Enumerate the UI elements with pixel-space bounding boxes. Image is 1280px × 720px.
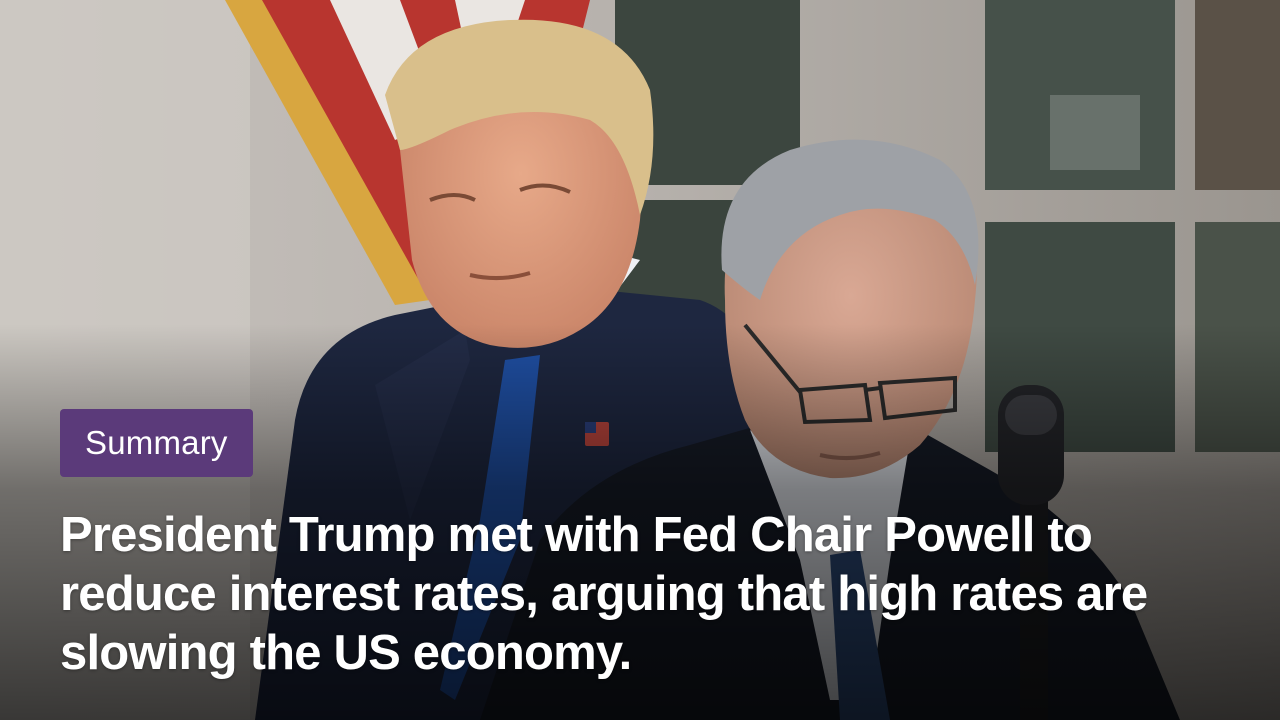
- summary-card: Summary President Trump met with Fed Cha…: [0, 0, 1280, 720]
- summary-badge: Summary: [60, 409, 253, 477]
- summary-badge-label: Summary: [85, 424, 228, 461]
- headline: President Trump met with Fed Chair Powel…: [60, 508, 1148, 680]
